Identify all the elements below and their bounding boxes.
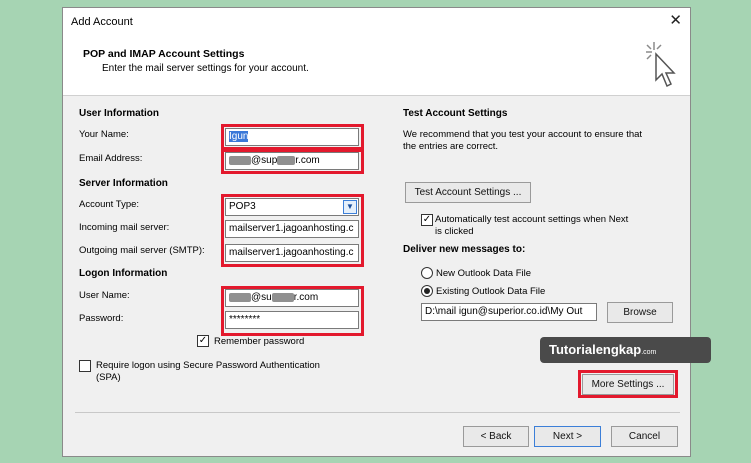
header-title: POP and IMAP Account Settings <box>83 48 245 60</box>
server-info-heading: Server Information <box>79 178 168 189</box>
remember-password-checkbox[interactable]: ✓ <box>197 335 209 347</box>
user-name-label: User Name: <box>79 290 130 301</box>
watermark-suffix: .com <box>641 349 657 356</box>
spa-checkbox[interactable] <box>79 360 91 372</box>
spa-label-line1: Require logon using Secure Password Auth… <box>96 360 320 371</box>
window-title: Add Account <box>71 16 133 28</box>
deliver-heading: Deliver new messages to: <box>403 244 526 255</box>
outgoing-server-label: Outgoing mail server (SMTP): <box>79 245 205 256</box>
outgoing-server-input[interactable]: mailserver1.jagoanhosting.c <box>225 244 359 262</box>
test-account-settings-button[interactable]: Test Account Settings ... <box>405 182 531 203</box>
remember-password-label: Remember password <box>214 336 305 347</box>
email-address-label: Email Address: <box>79 153 143 164</box>
watermark-brand: Tutorialengkap <box>549 342 642 357</box>
existing-data-file-label: Existing Outlook Data File <box>436 286 546 297</box>
back-button[interactable]: < Back <box>463 426 529 447</box>
highlight-more-settings <box>578 370 678 398</box>
existing-data-file-radio[interactable] <box>421 285 433 297</box>
auto-test-line1: Automatically test account settings when… <box>435 214 629 225</box>
account-type-label: Account Type: <box>79 199 140 210</box>
incoming-server-label: Incoming mail server: <box>79 222 170 233</box>
cancel-button[interactable]: Cancel <box>611 426 678 447</box>
test-desc-line1: We recommend that you test your account … <box>403 129 643 140</box>
footer-divider <box>75 412 680 413</box>
new-data-file-radio[interactable] <box>421 267 433 279</box>
next-button[interactable]: Next > <box>534 426 601 447</box>
header-subtitle: Enter the mail server settings for your … <box>102 63 309 74</box>
logon-info-heading: Logon Information <box>79 268 168 279</box>
cursor-sparkle-icon <box>646 42 676 88</box>
user-info-heading: User Information <box>79 108 160 119</box>
password-label: Password: <box>79 313 124 324</box>
highlight-logon-info <box>221 286 364 336</box>
spa-label-line2: (SPA) <box>96 372 121 383</box>
auto-test-line2: is clicked <box>435 226 474 237</box>
test-settings-heading: Test Account Settings <box>403 108 508 119</box>
browse-button[interactable]: Browse <box>607 302 673 323</box>
highlight-email <box>221 149 364 174</box>
close-icon[interactable]: ✕ <box>669 13 682 28</box>
title-bar: Add Account ✕ <box>63 8 690 36</box>
existing-file-path-input[interactable]: D:\mail igun@superior.co.id\My Out <box>421 303 597 321</box>
dialog-header: POP and IMAP Account Settings Enter the … <box>63 36 690 96</box>
your-name-label: Your Name: <box>79 129 129 140</box>
test-desc-line2: the entries are correct. <box>403 141 499 152</box>
highlight-your-name <box>221 124 364 150</box>
incoming-server-input[interactable]: mailserver1.jagoanhosting.c <box>225 220 359 238</box>
add-account-dialog: Add Account ✕ POP and IMAP Account Setti… <box>62 7 691 457</box>
tutorialengkap-watermark: Tutorialengkap.com <box>540 337 711 363</box>
new-data-file-label: New Outlook Data File <box>436 268 532 279</box>
auto-test-checkbox[interactable]: ✓ <box>421 214 433 226</box>
